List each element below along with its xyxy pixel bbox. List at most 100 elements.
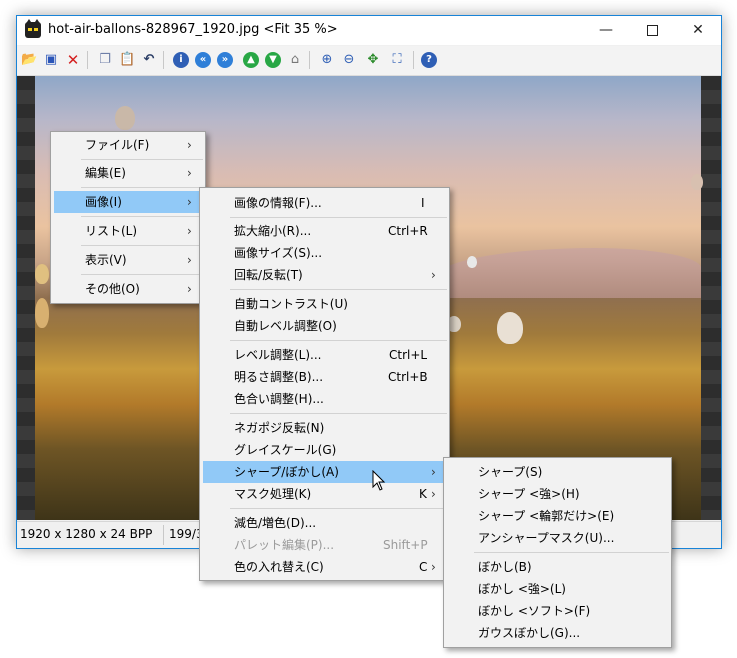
menu-item-auto-contrast[interactable]: 自動コントラスト(U) <box>200 293 449 315</box>
image-dimensions: 1920 x 1280 x 24 BPP <box>20 527 153 541</box>
menu-item-label: パレット編集(P)... <box>234 538 335 552</box>
menu-item-hue[interactable]: 色合い調整(H)... <box>200 388 449 410</box>
menu-item-rotate-flip[interactable]: 回転/反転(T) › <box>200 264 449 286</box>
menu-item-label: その他(O) <box>85 282 140 296</box>
menu-divider <box>81 245 203 246</box>
menu-item-label: 回転/反転(T) <box>234 268 303 282</box>
balloon-image <box>497 312 523 344</box>
menu-item-negative[interactable]: ネガポジ反転(N) <box>200 417 449 439</box>
menu-item-label: シャープ <輪郭だけ>(E) <box>478 509 615 523</box>
info-icon[interactable]: i <box>173 52 189 68</box>
menu-item-levels[interactable]: レベル調整(L)... Ctrl+L <box>200 344 449 366</box>
close-button[interactable]: ✕ <box>675 16 721 45</box>
menu-item-blur-soft[interactable]: ぼかし <ソフト>(F) <box>444 600 671 622</box>
menu-item-label: 画像(I) <box>85 195 122 209</box>
menu-item-auto-levels[interactable]: 自動レベル調整(O) <box>200 315 449 337</box>
menu-item-shortcut: Shift+P <box>383 538 428 552</box>
menu-item-mask[interactable]: マスク処理(K) K › <box>200 483 449 505</box>
menu-divider <box>81 216 203 217</box>
menu-item-label: リスト(L) <box>85 224 138 238</box>
menu-item-label: アンシャープマスク(U)... <box>478 531 615 545</box>
menu-item-reduce-colors[interactable]: 減色/増色(D)... <box>200 512 449 534</box>
menu-item-label: 自動レベル調整(O) <box>234 319 337 333</box>
menu-item-sharpen[interactable]: シャープ(S) <box>444 461 671 483</box>
previous-image-icon[interactable]: » <box>217 52 233 68</box>
copy-icon[interactable]: ❐ <box>97 52 113 68</box>
menu-item-image-size[interactable]: 画像サイズ(S)... <box>200 242 449 264</box>
balloon-image <box>467 256 477 268</box>
menu-item-label: 色の入れ替え(C) <box>234 560 324 574</box>
last-image-icon[interactable]: ▼ <box>265 52 281 68</box>
zoom-out-icon[interactable]: ⊖ <box>341 52 357 68</box>
menu-item-label: ファイル(F) <box>85 138 150 152</box>
menu-item-resize[interactable]: 拡大縮小(R)... Ctrl+R <box>200 220 449 242</box>
menu-item-label: 画像の情報(F)... <box>234 196 322 210</box>
chevron-right-icon: › <box>187 195 192 209</box>
menu-item-swap-colors[interactable]: 色の入れ替え(C) C › <box>200 556 449 578</box>
help-icon[interactable]: ? <box>421 52 437 68</box>
chevron-right-icon: › <box>187 166 192 180</box>
menu-item-list[interactable]: リスト(L) › <box>51 220 205 242</box>
window-title: hot-air-ballons-828967_1920.jpg <Fit 35 … <box>48 22 338 37</box>
menu-item-blur[interactable]: ぼかし(B) <box>444 556 671 578</box>
menu-item-label: ネガポジ反転(N) <box>234 421 325 435</box>
menu-item-image-info[interactable]: 画像の情報(F)... I <box>200 192 449 214</box>
open-icon[interactable]: 📂 <box>21 52 37 68</box>
menu-item-blur-strong[interactable]: ぼかし <強>(L) <box>444 578 671 600</box>
menu-item-edit[interactable]: 編集(E) › <box>51 162 205 184</box>
chevron-right-icon: › <box>431 268 436 282</box>
menu-item-label: 減色/増色(D)... <box>234 516 317 530</box>
chevron-right-icon: › <box>187 138 192 152</box>
menu-item-sharpen-edges[interactable]: シャープ <輪郭だけ>(E) <box>444 505 671 527</box>
paste-icon[interactable]: 📋 <box>119 52 135 68</box>
menu-item-shortcut: Ctrl+B <box>388 370 428 384</box>
menu-item-label: シャープ/ぼかし(A) <box>234 465 339 479</box>
maximize-icon <box>646 24 658 36</box>
mouse-pointer-icon <box>372 470 386 491</box>
undo-icon[interactable]: ↶ <box>141 52 157 68</box>
fit-screen-icon[interactable]: ⛶ <box>389 52 405 68</box>
menu-item-sharpen-strong[interactable]: シャープ <強>(H) <box>444 483 671 505</box>
menu-item-label: レベル調整(L)... <box>234 348 322 362</box>
menu-item-sharpen-blur[interactable]: シャープ/ぼかし(A) › <box>203 461 446 483</box>
title-bar[interactable]: hot-air-ballons-828967_1920.jpg <Fit 35 … <box>17 16 721 45</box>
menu-item-shortcut: K <box>419 487 427 501</box>
menu-item-label: 自動コントラスト(U) <box>234 297 348 311</box>
save-icon[interactable]: ▣ <box>43 52 59 68</box>
menu-item-other[interactable]: その他(O) › <box>51 278 205 300</box>
menu-item-label: シャープ <強>(H) <box>478 487 580 501</box>
menu-item-brightness[interactable]: 明るさ調整(B)... Ctrl+B <box>200 366 449 388</box>
distant-hills <box>435 248 701 298</box>
context-menu: ファイル(F) › 編集(E) › 画像(I) › リスト(L) › 表示(V)… <box>50 131 206 304</box>
menu-item-view[interactable]: 表示(V) › <box>51 249 205 271</box>
menu-item-file[interactable]: ファイル(F) › <box>51 134 205 156</box>
image-submenu: 画像の情報(F)... I 拡大縮小(R)... Ctrl+R 画像サイズ(S)… <box>199 187 450 581</box>
status-divider <box>163 525 164 545</box>
next-image-icon[interactable]: ▲ <box>243 52 259 68</box>
first-image-icon[interactable]: « <box>195 52 211 68</box>
menu-item-label: 拡大縮小(R)... <box>234 224 312 238</box>
menu-divider <box>230 289 447 290</box>
menu-item-shortcut: Ctrl+R <box>388 224 428 238</box>
zoom-in-icon[interactable]: ⊕ <box>319 52 335 68</box>
menu-item-label: グレイスケール(G) <box>234 443 337 457</box>
menu-item-unsharp-mask[interactable]: アンシャープマスク(U)... <box>444 527 671 549</box>
menu-divider <box>81 159 203 160</box>
menu-item-gaussian-blur[interactable]: ガウスぼかし(G)... <box>444 622 671 644</box>
balloon-image <box>35 298 49 328</box>
menu-divider <box>474 552 669 553</box>
menu-item-image[interactable]: 画像(I) › <box>54 191 202 213</box>
maximize-button[interactable] <box>629 16 675 45</box>
minimize-button[interactable]: — <box>583 16 629 45</box>
balloon-image <box>115 106 135 130</box>
slideshow-icon[interactable]: ⌂ <box>287 52 303 68</box>
menu-item-label: 色合い調整(H)... <box>234 392 324 406</box>
menu-divider <box>230 508 447 509</box>
fit-window-icon[interactable]: ✥ <box>365 52 381 68</box>
delete-icon[interactable]: ✕ <box>65 52 81 68</box>
menu-item-grayscale[interactable]: グレイスケール(G) <box>200 439 449 461</box>
menu-item-shortcut: C <box>419 560 428 574</box>
menu-item-palette-edit[interactable]: パレット編集(P)... Shift+P <box>200 534 449 556</box>
toolbar-divider <box>413 51 414 69</box>
menu-divider <box>81 187 203 188</box>
